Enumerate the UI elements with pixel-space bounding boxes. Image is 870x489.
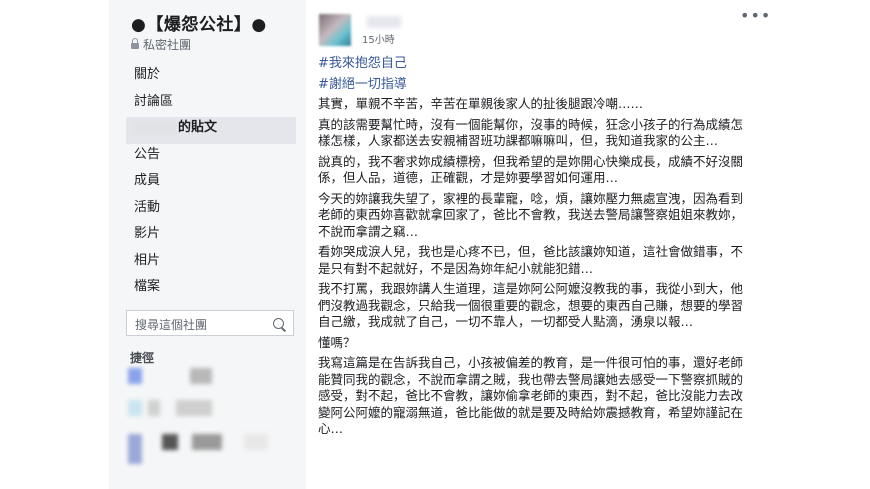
group-nav: 關於 討論區 的貼文 公告 成員 活動 影片 相片 檔案 <box>126 64 296 303</box>
group-title[interactable]: ●【爆怨公社】● <box>131 10 267 35</box>
redacted-text <box>162 434 178 450</box>
shortcut-item[interactable] <box>128 434 298 464</box>
post-paragraph: 我寫這篇是在告訴我自己，小孩被偏差的教育，是一件很可怕的事，還好老師能贊同我的觀… <box>318 355 744 436</box>
nav-item-videos[interactable]: 影片 <box>126 223 296 250</box>
group-privacy: 私密社團 <box>131 36 191 53</box>
hashtag-link[interactable]: #謝絕一切指導 <box>318 73 407 92</box>
author-name-redacted[interactable] <box>367 16 401 28</box>
shortcuts-label: 捷徑 <box>130 351 155 365</box>
post-paragraph: 看妳哭成淚人兒，我也是心疼不已，但，爸比該讓妳知道，這社會做錯事，不是只有對不起… <box>318 244 744 276</box>
post-paragraph: 真的該需要幫忙時，沒有一個能幫你，沒事的時候，狂念小孩子的行為成績怎樣怎樣，人家… <box>318 116 744 149</box>
redacted-name <box>134 121 176 134</box>
post-paragraph: 說真的，我不奢求妳成績標榜，但我希望的是妳開心快樂成長，成績不好沒關係，但人品，… <box>318 153 744 186</box>
nav-item-about[interactable]: 關於 <box>126 64 296 91</box>
shortcut-item[interactable] <box>128 400 298 418</box>
post-body: 其實，單親不辛苦，辛苦在單親後家人的扯後腿跟冷嘲…… 真的該需要幫忙時，沒有一個… <box>318 96 750 442</box>
redacted-text <box>148 400 160 416</box>
group-search-input[interactable]: 搜尋這個社團 <box>126 310 294 336</box>
more-options-icon[interactable]: ••• <box>740 6 771 25</box>
post-paragraph: 今天的妳讓我失望了，家裡的長輩寵，唸，煩，讓妳壓力無處宣洩，因為看到老師的東西妳… <box>318 190 744 239</box>
search-placeholder: 搜尋這個社團 <box>135 318 208 332</box>
post-paragraph: 我不打罵，我跟妳講人生道理，這是妳阿公阿嬤沒教我的事，我從小到大，他們沒教過我觀… <box>318 281 744 329</box>
shortcut-avatar <box>128 368 142 384</box>
redacted-text <box>190 368 212 384</box>
nav-item-posts[interactable]: 的貼文 <box>126 117 296 144</box>
search-icon[interactable] <box>273 318 284 329</box>
redacted-text <box>176 400 212 416</box>
lock-icon <box>131 38 139 49</box>
post-paragraph: 懂嗎？ <box>318 334 356 350</box>
post-timestamp[interactable]: 15小時 <box>362 31 395 46</box>
privacy-label: 私密社團 <box>143 38 192 52</box>
redacted-text <box>244 434 268 450</box>
shortcut-avatar <box>128 434 142 464</box>
nav-item-members[interactable]: 成員 <box>126 170 296 197</box>
redacted-text <box>192 434 222 450</box>
shortcut-item[interactable] <box>128 368 298 386</box>
post-paragraph: 其實，單親不辛苦，辛苦在單親後家人的扯後腿跟冷嘲…… <box>318 96 644 111</box>
hashtag-link[interactable]: #我來抱怨自己 <box>318 52 407 71</box>
nav-item-announcements[interactable]: 公告 <box>126 144 296 171</box>
nav-item-discussion[interactable]: 討論區 <box>126 91 296 118</box>
nav-item-photos[interactable]: 相片 <box>126 250 296 277</box>
nav-item-events[interactable]: 活動 <box>126 197 296 224</box>
nav-item-files[interactable]: 檔案 <box>126 276 296 303</box>
author-avatar[interactable] <box>319 14 351 46</box>
shortcut-avatar <box>128 400 142 416</box>
